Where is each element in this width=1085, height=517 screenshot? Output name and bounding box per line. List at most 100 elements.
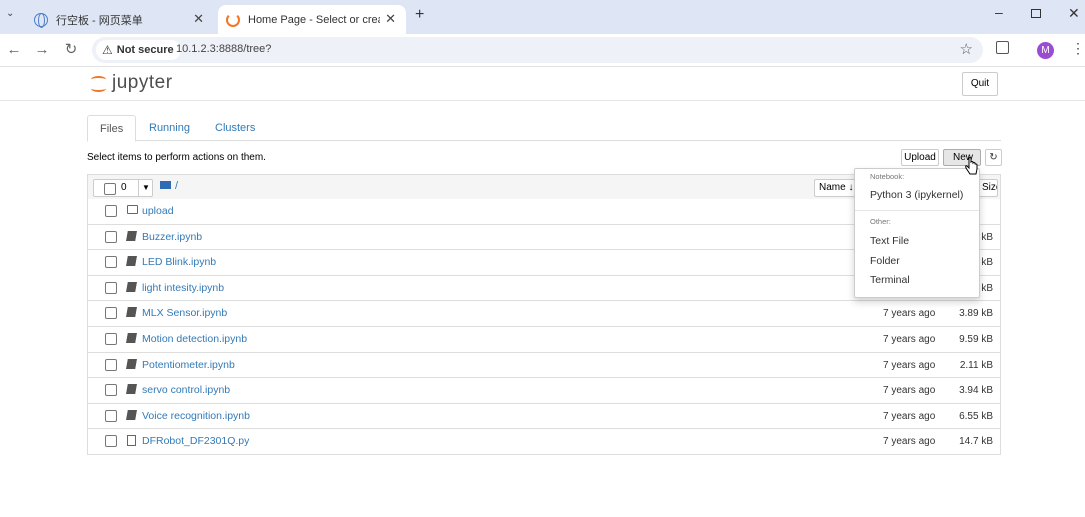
refresh-button[interactable]: ↻ [985,149,1002,166]
menu-item-text-file[interactable]: Text File [870,235,909,247]
browser-tab-1[interactable]: 行空板 - 网页菜单 ✕ [26,5,214,34]
restore-icon[interactable] [1031,9,1041,18]
breadcrumb-root[interactable]: / [175,180,178,192]
reload-icon[interactable]: ↻ [61,40,81,60]
row-checkbox[interactable] [105,307,117,320]
file-modified: 7 years ago [883,385,936,397]
browser-menu-icon[interactable]: ⋮ [1071,40,1085,57]
tab-clusters[interactable]: Clusters [203,115,267,142]
folder-icon [160,181,171,189]
close-tab-2-icon[interactable]: ✕ [385,11,396,27]
file-size: 2.11 kB [959,359,993,371]
file-size: 9.59 kB [959,333,993,345]
notebook-icon [126,256,137,267]
minimize-icon[interactable]: – [995,4,1003,20]
url-text[interactable]: 10.1.2.3:8888/tree? [176,43,271,55]
loading-spinner-icon [226,12,240,27]
profile-avatar[interactable]: M [1037,42,1054,59]
hand-cursor-icon [965,157,978,175]
list-item[interactable]: Voice recognition.ipynb 7 years ago 6.55… [87,403,1001,430]
file-name-link[interactable]: Potentiometer.ipynb [142,359,235,371]
tab-search-dropdown-icon[interactable]: ⌄ [6,8,14,19]
new-tab-button[interactable]: + [415,6,424,24]
browser-tab-2[interactable]: Home Page - Select or create a ✕ [218,5,406,34]
quit-button[interactable]: Quit [962,72,998,96]
list-item[interactable]: Potentiometer.ipynb 7 years ago 2.11 kB [87,352,1001,379]
jupyter-logo[interactable]: jupyter [90,72,173,94]
globe-icon [34,12,48,28]
back-icon[interactable]: ← [4,40,24,60]
selected-count: 0 [121,182,127,193]
row-checkbox[interactable] [105,256,117,269]
browser-tab-bar: ⌄ 行空板 - 网页菜单 ✕ Home Page - Select or cre… [0,0,1085,34]
other-section-header: Other: [870,217,891,226]
file-icon [127,435,136,447]
forward-icon[interactable]: → [32,40,52,60]
row-checkbox[interactable] [105,205,117,217]
select-all-control[interactable]: 0 ▼ [93,179,153,197]
row-checkbox[interactable] [105,358,117,371]
name-header-label: Name [819,182,846,193]
list-item[interactable]: Motion detection.ipynb 7 years ago 9.59 … [87,326,1001,353]
file-name-link[interactable]: Voice recognition.ipynb [142,410,250,422]
breadcrumb[interactable]: / [160,180,178,192]
notebook-tabs: Files Running Clusters [87,115,1001,142]
size-header-label: Size [982,182,997,193]
menu-item-terminal[interactable]: Terminal [870,274,910,286]
file-modified: 7 years ago [883,436,936,448]
select-all-checkbox[interactable] [104,183,116,195]
extensions-icon[interactable] [996,41,1009,54]
row-checkbox[interactable] [105,281,117,294]
file-name-link[interactable]: MLX Sensor.ipynb [142,307,227,319]
security-label: Not secure [116,44,174,56]
file-name-link[interactable]: light intesity.ipynb [142,282,224,294]
jupyter-logo-icon [90,73,108,93]
sort-by-size-button[interactable]: Size [978,179,998,197]
file-size: 6.55 kB [959,410,993,422]
file-name-link[interactable]: LED Blink.ipynb [142,256,216,268]
selection-hint: Select items to perform actions on them. [87,152,266,163]
row-checkbox[interactable] [105,332,117,345]
file-size: kB [981,282,993,294]
sort-by-name-button[interactable]: Name ↓ [814,179,859,197]
file-name-link[interactable]: Motion detection.ipynb [142,333,247,345]
row-checkbox[interactable] [105,435,117,448]
logo-text: jupyter [112,72,173,93]
notebook-icon [126,281,137,292]
upload-button[interactable]: Upload [901,149,939,166]
list-item[interactable]: MLX Sensor.ipynb 7 years ago 3.89 kB [87,301,1001,327]
file-size: kB [981,257,993,269]
list-item[interactable]: DFRobot_DF2301Q.py 7 years ago 14.7 kB [87,429,1001,455]
row-checkbox[interactable] [105,409,117,422]
notebook-icon [126,230,137,241]
file-name-link[interactable]: DFRobot_DF2301Q.py [142,435,249,447]
address-bar[interactable]: ⚠ Not secure 10.1.2.3:8888/tree? ☆ [92,37,983,63]
notebook-section-header: Notebook: [870,172,905,181]
refresh-icon: ↻ [989,152,998,163]
security-chip[interactable]: ⚠ Not secure [96,40,181,60]
row-checkbox[interactable] [105,230,117,243]
browser-toolbar: ← → ↻ ⚠ Not secure 10.1.2.3:8888/tree? ☆… [0,34,1085,67]
close-tab-1-icon[interactable]: ✕ [193,11,204,27]
close-window-icon[interactable]: ✕ [1068,5,1080,22]
menu-item-python-kernel[interactable]: Python 3 (ipykernel) [870,189,963,201]
list-item[interactable]: servo control.ipynb 7 years ago 3.94 kB [87,378,1001,404]
tab-running[interactable]: Running [137,115,202,142]
browser-tab-2-title: Home Page - Select or create a [248,13,380,26]
jupyter-header: jupyter Quit [0,67,1085,101]
tab-files[interactable]: Files [87,115,137,142]
menu-item-folder[interactable]: Folder [870,255,900,267]
file-modified: 7 years ago [883,359,936,371]
file-name-link[interactable]: servo control.ipynb [142,384,230,396]
file-name-link[interactable]: upload [142,205,174,217]
file-modified: 7 years ago [883,410,936,422]
new-dropdown-menu: Notebook: Python 3 (ipykernel) Other: Te… [854,168,980,298]
notebook-icon [126,358,137,369]
notebook-icon [126,384,137,395]
notebook-icon [126,332,137,343]
row-checkbox[interactable] [105,384,117,397]
bookmark-star-icon[interactable]: ☆ [960,40,973,58]
file-size: 14.7 kB [959,436,993,448]
file-name-link[interactable]: Buzzer.ipynb [142,231,202,243]
select-dropdown-icon[interactable]: ▼ [138,180,153,196]
